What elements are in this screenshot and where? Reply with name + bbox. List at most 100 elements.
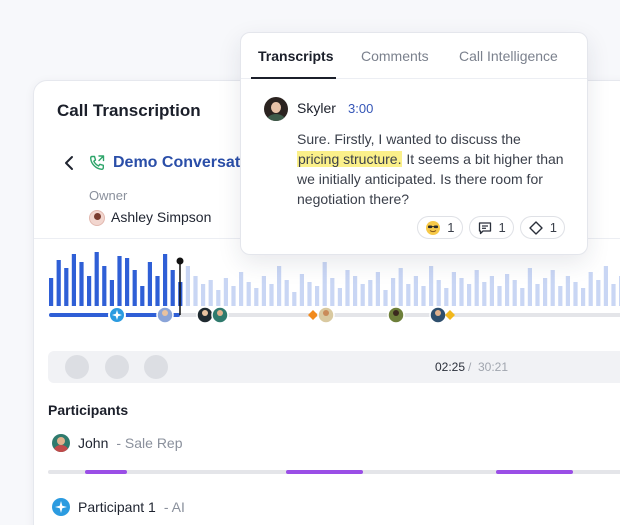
- waveform-bar: [125, 258, 130, 306]
- speaker-timestamp[interactable]: 3:00: [348, 101, 373, 116]
- waveform-bar: [429, 266, 434, 306]
- tab-call-intelligence[interactable]: Call Intelligence: [459, 48, 558, 64]
- speech-segment: [496, 470, 573, 474]
- reaction-count: 1: [447, 220, 455, 235]
- speech-segment: [85, 470, 127, 474]
- participant-marker-face: [393, 310, 399, 316]
- reaction-emoji[interactable]: 1: [417, 216, 463, 239]
- diamond-icon: [529, 220, 543, 235]
- waveform-bar: [337, 288, 342, 306]
- participant-role: - AI: [163, 499, 185, 515]
- owner-name: Ashley Simpson: [111, 209, 212, 225]
- waveform-bar: [383, 290, 388, 306]
- transcript-message: Sure. Firstly, I wanted to discuss the p…: [297, 129, 565, 209]
- waveform-bar: [299, 274, 304, 306]
- ai-avatar-icon: [52, 498, 70, 516]
- waveform-bar: [360, 284, 365, 306]
- participant-role: - Sale Rep: [116, 435, 183, 451]
- speaker-name: Skyler: [297, 100, 336, 116]
- waveform-bar: [49, 278, 54, 306]
- participant-name: John: [78, 435, 109, 451]
- participant-marker-face: [435, 310, 441, 316]
- waveform-bar: [147, 262, 152, 306]
- waveform-bar: [406, 284, 411, 306]
- waveform-bar: [64, 268, 69, 306]
- participants-title: Participants: [48, 402, 129, 418]
- current-time: 02:25: [435, 360, 466, 374]
- highlight-marker-diamond-icon: [445, 310, 455, 320]
- waveform-bar: [345, 270, 350, 306]
- playhead-handle[interactable]: [176, 257, 184, 265]
- waveform-bar: [421, 286, 426, 306]
- total-time: 30:21: [478, 360, 509, 374]
- waveform-bar: [375, 272, 380, 306]
- speaker-avatar: [264, 97, 288, 121]
- waveform-bar: [520, 288, 525, 306]
- waveform-bar: [459, 278, 464, 306]
- tab-comments[interactable]: Comments: [361, 48, 429, 64]
- waveform-bar: [239, 272, 244, 306]
- waveform-bar: [246, 282, 251, 306]
- waveform-bar: [155, 276, 160, 306]
- highlighted-keyword[interactable]: pricing structure.: [297, 151, 403, 167]
- waveform-bar: [482, 282, 487, 306]
- time-separator: /: [468, 360, 472, 374]
- participant-row[interactable]: John - Sale Rep: [52, 434, 183, 452]
- player-controls: 02:25 / 30:21: [48, 351, 620, 383]
- rewind-button[interactable]: [65, 355, 89, 379]
- transcript-popover: Transcripts Comments Call Intelligence S…: [240, 32, 588, 255]
- waveform-bar: [140, 286, 145, 306]
- emoji-cool-icon: [426, 220, 441, 235]
- waveform-bar: [565, 276, 570, 306]
- waveform-bar: [581, 288, 586, 306]
- waveform-bar: [467, 284, 472, 306]
- reaction-count: 1: [498, 220, 506, 235]
- waveform-bar: [603, 266, 608, 306]
- reactions: 1 1 1: [417, 216, 565, 239]
- owner-avatar: [89, 210, 105, 226]
- waveform-bar: [261, 276, 266, 306]
- participant-marker-face: [162, 310, 168, 316]
- waveform-bar: [368, 280, 373, 306]
- waveform-bar: [277, 266, 282, 306]
- waveform-bar: [102, 266, 107, 306]
- card-title: Call Transcription: [57, 101, 201, 120]
- speech-segment: [286, 470, 363, 474]
- comment-icon: [478, 221, 491, 234]
- waveform-bar: [87, 276, 92, 306]
- active-tab-indicator: [251, 77, 336, 79]
- waveform-bar: [474, 270, 479, 306]
- back-chevron-icon[interactable]: [63, 154, 77, 172]
- reaction-count: 1: [549, 220, 557, 235]
- waveform-bar: [132, 270, 137, 306]
- waveform-bar: [56, 260, 61, 306]
- waveform-bar: [527, 268, 532, 306]
- waveform-bar: [550, 270, 555, 306]
- audio-waveform[interactable]: [34, 251, 620, 351]
- waveform-bar: [315, 286, 320, 306]
- waveform-bar: [330, 278, 335, 306]
- reaction-comment[interactable]: 1: [468, 216, 514, 239]
- participant-timeline: [48, 470, 620, 474]
- message-text: Sure. Firstly, I wanted to discuss the: [297, 131, 521, 147]
- waveform-bar: [588, 272, 593, 306]
- popover-tabs: Transcripts Comments Call Intelligence: [241, 33, 587, 79]
- waveform-bar: [497, 286, 502, 306]
- waveform-bar: [216, 290, 221, 306]
- waveform-bar: [292, 292, 297, 306]
- waveform-bar: [193, 276, 198, 306]
- reaction-diamond[interactable]: 1: [519, 216, 565, 239]
- waveform-bar: [398, 268, 403, 306]
- tab-transcripts[interactable]: Transcripts: [258, 48, 333, 64]
- waveform-bar: [489, 276, 494, 306]
- waveform-bar: [109, 280, 114, 306]
- waveform-bar: [353, 276, 358, 306]
- waveform-bar: [558, 286, 563, 306]
- waveform-bar: [505, 274, 510, 306]
- participant-row[interactable]: Participant 1 - AI: [52, 498, 185, 516]
- waveform-bar: [573, 282, 578, 306]
- waveform-bar: [163, 254, 168, 306]
- forward-button[interactable]: [144, 355, 168, 379]
- waveform-bar: [413, 276, 418, 306]
- play-button[interactable]: [105, 355, 129, 379]
